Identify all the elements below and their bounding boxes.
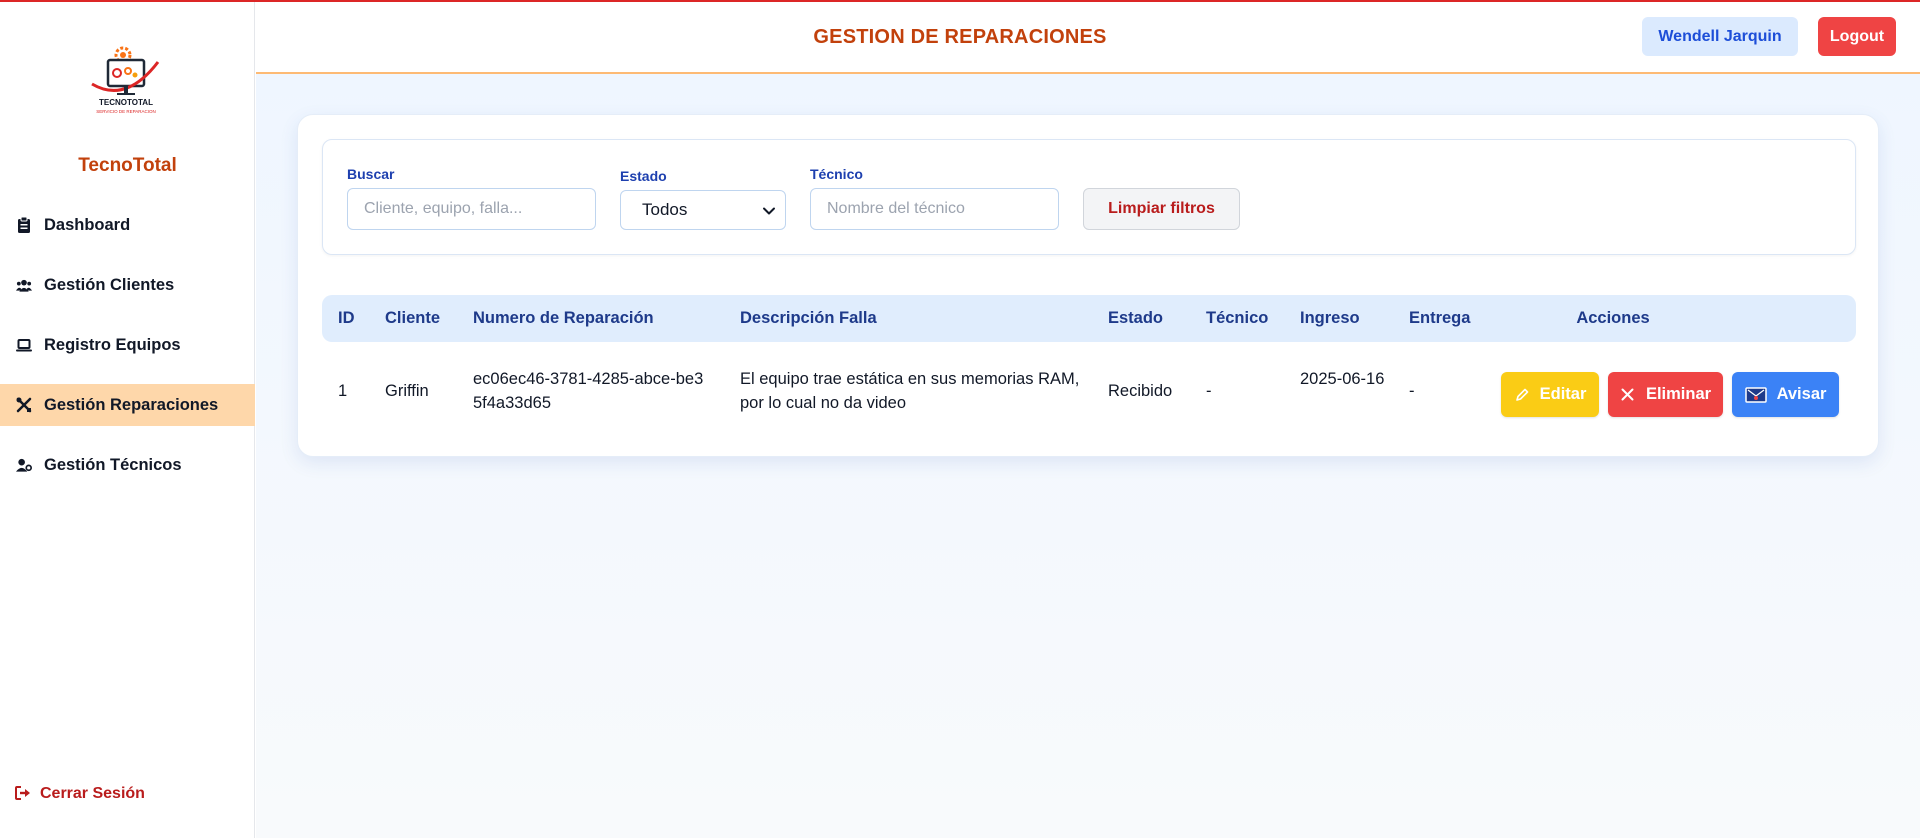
page-title: GESTION DE REPARACIONES: [813, 26, 1107, 48]
col-header-tecnico: Técnico: [1206, 309, 1269, 327]
cerrar-sesion-label: Cerrar Sesión: [40, 785, 145, 802]
notify-button[interactable]: Avisar: [1732, 372, 1839, 417]
cell-id: 1: [338, 382, 348, 400]
tools-icon: [16, 397, 32, 413]
table-header: ID Cliente Numero de Reparación Descripc…: [322, 295, 1856, 342]
sidebar-item-label: Dashboard: [44, 215, 131, 234]
col-header-estado: Estado: [1108, 309, 1164, 327]
svg-text:TECNOTOTAL: TECNOTOTAL: [99, 98, 153, 107]
status-label: Estado: [620, 168, 667, 184]
delete-label: Eliminar: [1645, 385, 1712, 403]
cell-descripcion: El equipo trae estática en sus memorias …: [740, 370, 1080, 412]
col-header-cliente: Cliente: [385, 309, 441, 327]
logout-button[interactable]: Logout: [1818, 17, 1896, 56]
col-header-numero: Numero de Reparación: [473, 309, 654, 327]
notify-label: Avisar: [1776, 385, 1827, 403]
cell-estado: Recibido: [1108, 382, 1173, 400]
sidebar-item-equipos[interactable]: Registro Equipos: [0, 324, 255, 366]
search-input[interactable]: Cliente, equipo, falla...: [347, 188, 596, 230]
sidebar-item-label: Registro Equipos: [44, 335, 181, 354]
edit-button[interactable]: Editar: [1501, 372, 1599, 417]
cell-tecnico: -: [1206, 382, 1212, 400]
sidebar: TECNOTOTAL SERVICIO DE REPARACION TecnoT…: [0, 0, 255, 838]
user-gear-icon: [16, 457, 32, 473]
brand-logo: TECNOTOTAL SERVICIO DE REPARACION: [86, 42, 172, 122]
search-label: Buscar: [347, 166, 395, 182]
brand-name: TecnoTotal: [78, 155, 177, 176]
pencil-icon: [1514, 387, 1530, 403]
cerrar-sesion-link[interactable]: Cerrar Sesión: [15, 785, 145, 803]
chevron-down-icon: [761, 203, 777, 219]
sidebar-item-reparaciones[interactable]: Gestión Reparaciones: [0, 384, 255, 426]
sidebar-item-dashboard[interactable]: Dashboard: [0, 204, 255, 246]
col-header-descripcion: Descripción Falla: [740, 309, 877, 327]
status-select-value: Todos: [642, 200, 688, 219]
sidebar-item-tecnicos[interactable]: Gestión Técnicos: [0, 444, 255, 486]
laptop-icon: [16, 337, 32, 353]
sidebar-item-label: Gestión Técnicos: [44, 455, 182, 474]
technician-label: Técnico: [810, 166, 863, 182]
filters-panel: Buscar Cliente, equipo, falla... Estado …: [322, 139, 1856, 255]
edit-label: Editar: [1539, 385, 1587, 403]
main-content: Buscar Cliente, equipo, falla... Estado …: [256, 74, 1920, 838]
col-header-entrega: Entrega: [1409, 309, 1471, 327]
col-header-id: ID: [338, 309, 355, 327]
user-button[interactable]: Wendell Jarquin: [1642, 17, 1798, 56]
cell-entrega: -: [1409, 382, 1415, 400]
close-icon: [1620, 387, 1636, 403]
top-header: GESTION DE REPARACIONES Wendell Jarquin …: [256, 2, 1920, 74]
technician-input[interactable]: Nombre del técnico: [810, 188, 1059, 230]
sidebar-nav: Dashboard Gestión Clientes Registro Equi…: [0, 204, 255, 504]
sidebar-item-label: Gestión Clientes: [44, 275, 175, 294]
clear-filters-button[interactable]: Limpiar filtros: [1083, 188, 1240, 230]
users-icon: [16, 277, 32, 293]
cell-ingreso: 2025-06-16: [1300, 370, 1385, 388]
sign-out-icon: [15, 786, 31, 802]
sidebar-item-label: Gestión Reparaciones: [44, 395, 219, 414]
delete-button[interactable]: Eliminar: [1608, 372, 1723, 417]
reparaciones-card: Buscar Cliente, equipo, falla... Estado …: [297, 114, 1879, 457]
col-header-ingreso: Ingreso: [1300, 309, 1360, 327]
status-select[interactable]: Todos: [620, 190, 786, 230]
svg-text:SERVICIO DE REPARACION: SERVICIO DE REPARACION: [96, 109, 156, 114]
clipboard-icon: [16, 217, 32, 233]
envelope-icon: [1744, 386, 1767, 403]
cell-numero: ec06ec46-3781-4285-abce-be35f4a33d65: [473, 370, 704, 412]
top-accent-line: [0, 0, 1920, 2]
sidebar-item-clientes[interactable]: Gestión Clientes: [0, 264, 255, 306]
col-header-acciones: Acciones: [1576, 309, 1650, 327]
cell-cliente: Griffin: [385, 382, 429, 400]
